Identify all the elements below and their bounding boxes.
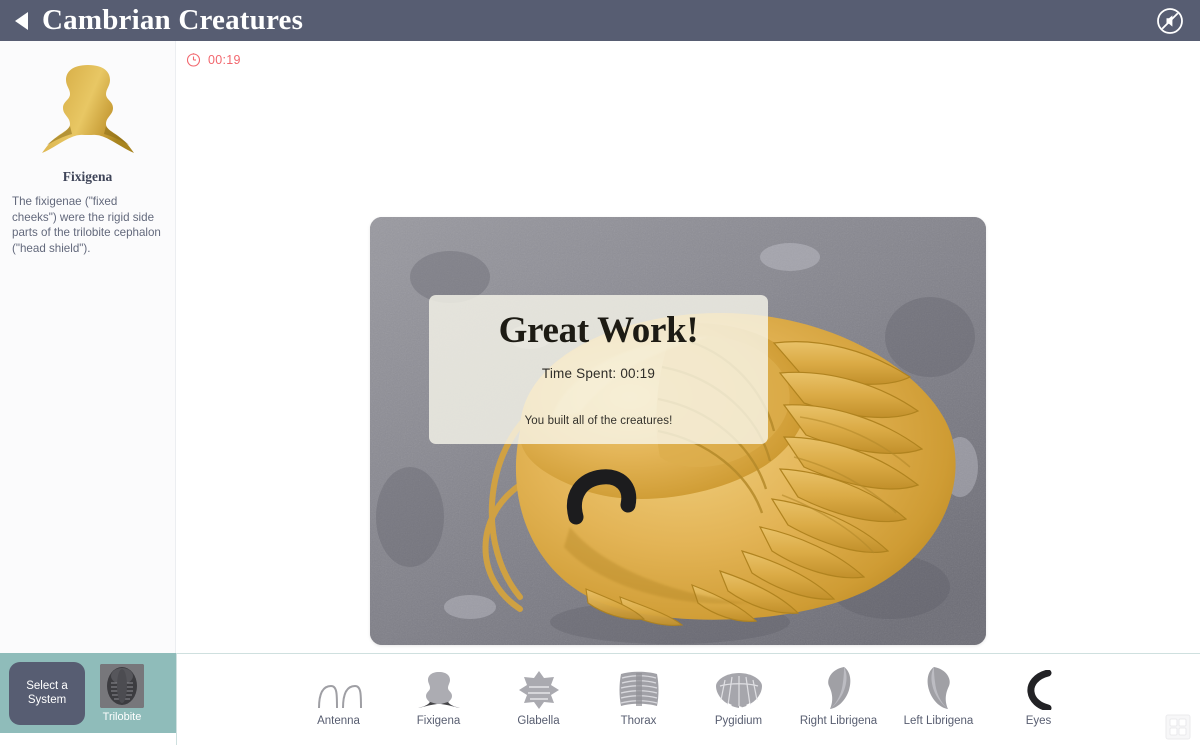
part-info-title: Fixigena: [12, 169, 163, 185]
part-label: Left Librigena: [904, 715, 974, 727]
right-librigena-icon: [809, 666, 869, 710]
modal-title: Great Work!: [499, 309, 699, 352]
part-label: Glabella: [517, 715, 559, 727]
part-left-librigena[interactable]: Left Librigena: [900, 666, 978, 727]
part-label: Right Librigena: [800, 715, 877, 727]
system-label: Trilobite: [103, 711, 142, 723]
part-label: Pygidium: [715, 715, 762, 727]
part-thorax[interactable]: Thorax: [600, 666, 678, 727]
part-info-description: The fixigenae ("fixed cheeks") were the …: [12, 194, 163, 256]
grid-layout-button[interactable]: [1165, 714, 1191, 740]
part-label: Eyes: [1026, 715, 1052, 727]
trilobite-thumbnail: [100, 664, 144, 708]
glabella-icon: [509, 666, 569, 710]
antenna-icon: [309, 666, 369, 710]
part-antenna[interactable]: Antenna: [300, 666, 378, 727]
parts-tray: Antenna Fixigena: [176, 653, 1200, 745]
back-button[interactable]: [0, 0, 42, 41]
speaker-muted-icon: [1156, 7, 1184, 35]
build-stage: 00:19: [176, 41, 1200, 653]
grid-layout-icon: [1165, 714, 1191, 740]
system-selector-panel: Select a System Trilobite: [0, 653, 176, 733]
select-system-button[interactable]: Select a System: [9, 662, 85, 725]
timer: 00:19: [186, 52, 241, 67]
system-item-trilobite[interactable]: Trilobite: [91, 664, 153, 723]
app-root: Cambrian Creatures: [0, 0, 1200, 745]
mute-button[interactable]: [1156, 7, 1184, 35]
part-pygidium[interactable]: Pygidium: [700, 666, 778, 727]
pygidium-icon: [709, 666, 769, 710]
page-title: Cambrian Creatures: [42, 0, 303, 41]
thorax-icon: [609, 666, 669, 710]
completion-modal: Great Work! Time Spent: 00:19 You built …: [429, 295, 768, 444]
clock-icon: [186, 52, 201, 67]
left-librigena-icon: [909, 666, 969, 710]
part-fixigena[interactable]: Fixigena: [400, 666, 478, 727]
modal-time-spent: Time Spent: 00:19: [542, 366, 655, 381]
eyes-icon: [1009, 666, 1069, 710]
fixigena-shape: [36, 63, 140, 155]
part-eyes[interactable]: Eyes: [1000, 666, 1078, 727]
part-info-sidebar: Fixigena The fixigenae ("fixed cheeks") …: [0, 41, 176, 653]
fixigena-icon: [409, 666, 469, 710]
part-glabella[interactable]: Glabella: [500, 666, 578, 727]
modal-subtitle: You built all of the creatures!: [525, 415, 673, 427]
part-right-librigena[interactable]: Right Librigena: [800, 666, 878, 727]
part-label: Fixigena: [417, 715, 460, 727]
back-triangle-icon: [15, 12, 28, 30]
part-label: Thorax: [621, 715, 657, 727]
trilobite-fossil-thumb-icon: [100, 664, 144, 708]
part-label: Antenna: [317, 715, 360, 727]
timer-value: 00:19: [208, 53, 241, 67]
bottom-bar: Select a System Trilobite: [0, 653, 1200, 745]
app-header: Cambrian Creatures: [0, 0, 1200, 41]
part-preview-figure: [12, 55, 163, 155]
